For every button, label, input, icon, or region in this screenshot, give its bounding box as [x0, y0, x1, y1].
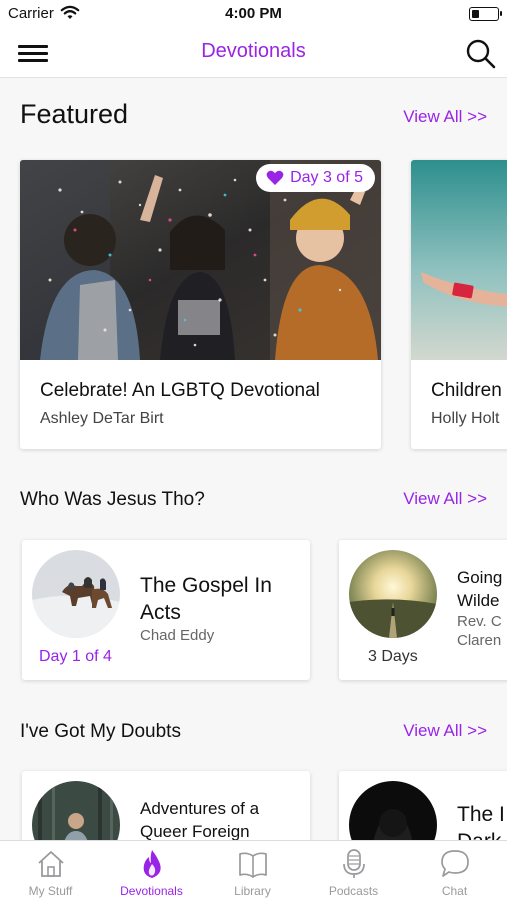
featured-card-image: Day 3 of 5 [20, 160, 381, 360]
heart-icon [266, 170, 284, 185]
progress-badge: Day 3 of 5 [256, 164, 375, 192]
card-author-line-2: Claren [457, 632, 502, 649]
who-was-jesus-section-header: Who Was Jesus Tho? View All >> [20, 489, 487, 515]
card-title-line-2: Acts [140, 601, 181, 624]
featured-card[interactable]: Children Holly Holt [411, 160, 507, 449]
section-title: Featured [20, 99, 129, 129]
devotional-card[interactable]: The Gospel In Acts Chad Eddy Day 1 of 4 [22, 540, 310, 680]
doubts-section-header: I've Got My Doubts View All >> [20, 721, 487, 747]
progress-text: Day 1 of 4 [39, 648, 112, 665]
section-title: Who Was Jesus Tho? [20, 489, 205, 510]
tab-podcasts[interactable]: Podcasts [303, 841, 404, 900]
chat-bubble-icon [440, 850, 469, 877]
featured-section-header: Featured View All >> [20, 99, 487, 135]
battery-icon [469, 7, 502, 21]
card-title-line-1: Adventures of a [140, 799, 260, 818]
status-bar: Carrier 4:00 PM [0, 0, 507, 28]
microphone-icon [342, 849, 365, 878]
navigation-bar: Devotionals [0, 28, 507, 78]
progress-text: Day 3 of 5 [290, 169, 363, 186]
tab-label: Devotionals [120, 884, 183, 898]
tab-library[interactable]: Library [202, 841, 303, 900]
card-author: Chad Eddy [140, 627, 215, 644]
card-title-line-2: Queer Foreign [140, 822, 250, 840]
view-all-link[interactable]: View All >> [403, 489, 487, 509]
house-icon [37, 851, 64, 877]
view-all-link[interactable]: View All >> [403, 107, 487, 127]
card-author: Holly Holt [431, 410, 500, 427]
tab-devotionals[interactable]: Devotionals [101, 841, 202, 900]
devotional-thumbnail [349, 550, 437, 638]
section-title: I've Got My Doubts [20, 721, 181, 742]
devotional-card[interactable]: Going Wilde Rev. C Claren 3 Days [339, 540, 507, 680]
tab-bar: My Stuff Devotionals Library Podcasts Ch… [0, 840, 507, 900]
duration-text: 3 Days [368, 648, 418, 665]
view-all-link[interactable]: View All >> [403, 721, 487, 741]
page-title: Devotionals [201, 40, 306, 62]
card-author-line-1: Rev. C [457, 613, 502, 630]
devotional-thumbnail [32, 781, 120, 840]
tab-chat[interactable]: Chat [404, 841, 505, 900]
card-title-line-2: Dark [457, 828, 501, 840]
tab-my-stuff[interactable]: My Stuff [0, 841, 101, 900]
clock: 4:00 PM [225, 5, 282, 22]
tab-label: Chat [441, 884, 468, 898]
devotional-card[interactable]: The I Dark [339, 771, 507, 840]
card-title: Children [431, 380, 502, 401]
book-icon [238, 852, 267, 878]
card-title-line-1: The Gospel In [140, 574, 272, 597]
featured-card-image [411, 160, 507, 360]
tab-label: My Stuff [28, 884, 73, 898]
devotional-thumbnail [32, 550, 120, 638]
flame-icon [143, 850, 161, 878]
card-title-line-1: The I [457, 803, 505, 826]
devotionals-feed[interactable]: Featured View All >> Day 3 of 5 Celebrat… [0, 79, 507, 840]
tab-label: Podcasts [328, 884, 379, 898]
card-title-line-1: Going [457, 568, 503, 587]
devotional-thumbnail [349, 781, 437, 840]
search-icon[interactable] [465, 38, 497, 70]
card-author: Ashley DeTar Birt [40, 410, 164, 427]
card-title-line-2: Wilde [457, 591, 500, 610]
card-title: Celebrate! An LGBTQ Devotional [40, 380, 320, 401]
featured-card[interactable]: Day 3 of 5 Celebrate! An LGBTQ Devotiona… [20, 160, 381, 449]
tab-label: Library [234, 884, 271, 898]
devotional-card[interactable]: Adventures of a Queer Foreign [22, 771, 310, 840]
